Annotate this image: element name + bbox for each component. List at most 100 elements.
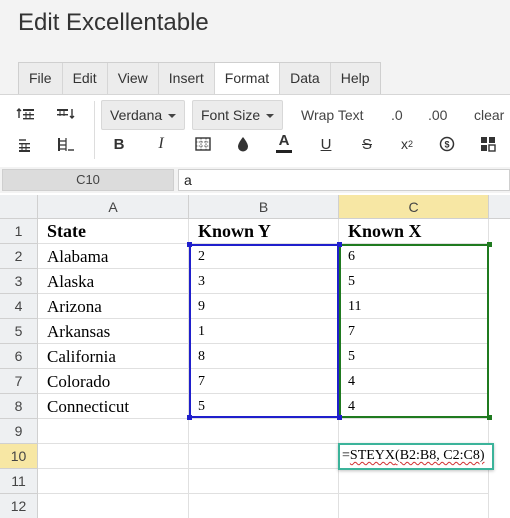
underline-icon[interactable]: U xyxy=(315,133,337,155)
row-header-8[interactable]: 8 xyxy=(0,394,38,419)
svg-text:$: $ xyxy=(444,140,449,150)
strikethrough-icon[interactable]: S xyxy=(356,133,378,155)
column-header-d[interactable] xyxy=(489,195,510,219)
cell-a12[interactable] xyxy=(38,494,189,518)
menu-strip: File Edit View Insert Format Data Help xyxy=(18,62,381,95)
cell-a5[interactable]: Arkansas xyxy=(38,319,189,344)
formula-arguments: (B2:B8, C2:C8) xyxy=(395,448,485,463)
row-header-7[interactable]: 7 xyxy=(0,369,38,394)
cell-b5[interactable]: 1 xyxy=(189,319,339,344)
range-handle[interactable] xyxy=(337,242,342,247)
chevron-down-icon xyxy=(168,114,177,119)
formula-function: STEYX xyxy=(349,448,396,463)
clear-button[interactable]: clear xyxy=(474,100,504,130)
formula-bar: C10 a xyxy=(0,167,510,193)
cell-a8[interactable]: Connecticut xyxy=(38,394,189,419)
row-header-2[interactable]: 2 xyxy=(0,244,38,269)
menu-format[interactable]: Format xyxy=(214,63,281,95)
cell-b9[interactable] xyxy=(189,419,339,444)
cell-a10[interactable] xyxy=(38,444,189,469)
range-handle[interactable] xyxy=(487,415,492,420)
superscript-icon[interactable]: x2 xyxy=(396,133,418,155)
insert-row-below-icon[interactable] xyxy=(54,104,78,126)
cell-b10[interactable] xyxy=(189,444,339,469)
range-handle[interactable] xyxy=(187,415,192,420)
cell-b4[interactable]: 9 xyxy=(189,294,339,319)
menu-view[interactable]: View xyxy=(107,63,159,94)
cell-reference-box[interactable]: C10 xyxy=(2,169,174,191)
row-header-1[interactable]: 1 xyxy=(0,219,38,244)
cell-a1[interactable]: State xyxy=(38,219,189,244)
cell-c3[interactable]: 5 xyxy=(339,269,489,294)
borders-icon[interactable] xyxy=(192,133,214,155)
cell-b12[interactable] xyxy=(189,494,339,518)
menu-file[interactable]: File xyxy=(19,63,63,94)
select-all-corner[interactable] xyxy=(0,195,38,219)
cell-c5[interactable]: 7 xyxy=(339,319,489,344)
cell-c9[interactable] xyxy=(339,419,489,444)
cell-c6[interactable]: 5 xyxy=(339,344,489,369)
delete-column-icon[interactable] xyxy=(54,134,78,156)
row-header-9[interactable]: 9 xyxy=(0,419,38,444)
font-family-dropdown[interactable]: Verdana xyxy=(101,100,186,130)
bold-icon[interactable]: B xyxy=(108,133,130,155)
cell-c8[interactable]: 4 xyxy=(339,394,489,419)
column-header-c[interactable]: C xyxy=(339,195,489,219)
insert-row-above-icon[interactable] xyxy=(14,104,38,126)
cell-b1[interactable]: Known Y xyxy=(189,219,339,244)
cell-b6[interactable]: 8 xyxy=(189,344,339,369)
cell-b2[interactable]: 2 xyxy=(189,244,339,269)
cell-a9[interactable] xyxy=(38,419,189,444)
row-header-6[interactable]: 6 xyxy=(0,344,38,369)
currency-icon[interactable]: $ xyxy=(436,133,458,155)
menu-bar: File Edit View Insert Format Data Help xyxy=(0,46,510,95)
font-size-dropdown[interactable]: Font Size xyxy=(192,100,284,130)
formula-input[interactable]: a xyxy=(178,169,510,191)
text-color-icon[interactable]: A xyxy=(273,131,295,155)
row-header-4[interactable]: 4 xyxy=(0,294,38,319)
chevron-down-icon xyxy=(266,114,275,119)
column-header-a[interactable]: A xyxy=(38,195,189,219)
cell-a7[interactable]: Colorado xyxy=(38,369,189,394)
menu-edit[interactable]: Edit xyxy=(62,63,108,94)
cell-c12[interactable] xyxy=(339,494,489,518)
cell-c1[interactable]: Known X xyxy=(339,219,489,244)
wrap-text-button[interactable]: Wrap Text xyxy=(301,100,364,130)
range-handle[interactable] xyxy=(187,242,192,247)
cell-a11[interactable] xyxy=(38,469,189,494)
italic-icon[interactable]: I xyxy=(150,133,172,155)
cell-c7[interactable]: 4 xyxy=(339,369,489,394)
cell-c10-editor[interactable]: =STEYX(B2:B8, C2:C8) xyxy=(338,443,494,470)
cell-c11[interactable] xyxy=(339,469,489,494)
delete-row-icon[interactable] xyxy=(14,134,38,156)
increase-decimal-button[interactable]: .00 xyxy=(428,100,447,130)
toolbar: Verdana Font Size Wrap Text .0 .00 clear… xyxy=(0,94,510,164)
cell-c2[interactable]: 6 xyxy=(339,244,489,269)
row-header-11[interactable]: 11 xyxy=(0,469,38,494)
row-header-10[interactable]: 10 xyxy=(0,444,38,469)
decrease-decimal-button[interactable]: .0 xyxy=(391,100,403,130)
cell-a6[interactable]: California xyxy=(38,344,189,369)
cell-b7[interactable]: 7 xyxy=(189,369,339,394)
menu-insert[interactable]: Insert xyxy=(158,63,215,94)
menu-data[interactable]: Data xyxy=(280,63,331,94)
cell-a3[interactable]: Alaska xyxy=(38,269,189,294)
cell-a2[interactable]: Alabama xyxy=(38,244,189,269)
fill-color-icon[interactable] xyxy=(232,133,254,155)
toolbar-divider xyxy=(94,101,95,159)
cell-a4[interactable]: Arizona xyxy=(38,294,189,319)
cell-b8[interactable]: 5 xyxy=(189,394,339,419)
row-header-12[interactable]: 12 xyxy=(0,494,38,518)
more-formats-icon[interactable] xyxy=(477,133,499,155)
row-header-5[interactable]: 5 xyxy=(0,319,38,344)
font-family-label: Verdana xyxy=(110,107,163,123)
column-header-b[interactable]: B xyxy=(189,195,339,219)
row-header-3[interactable]: 3 xyxy=(0,269,38,294)
cell-b11[interactable] xyxy=(189,469,339,494)
range-handle[interactable] xyxy=(337,415,342,420)
cell-b3[interactable]: 3 xyxy=(189,269,339,294)
menu-help[interactable]: Help xyxy=(330,63,380,94)
font-size-label: Font Size xyxy=(201,107,261,123)
cell-c4[interactable]: 11 xyxy=(339,294,489,319)
range-handle[interactable] xyxy=(487,242,492,247)
